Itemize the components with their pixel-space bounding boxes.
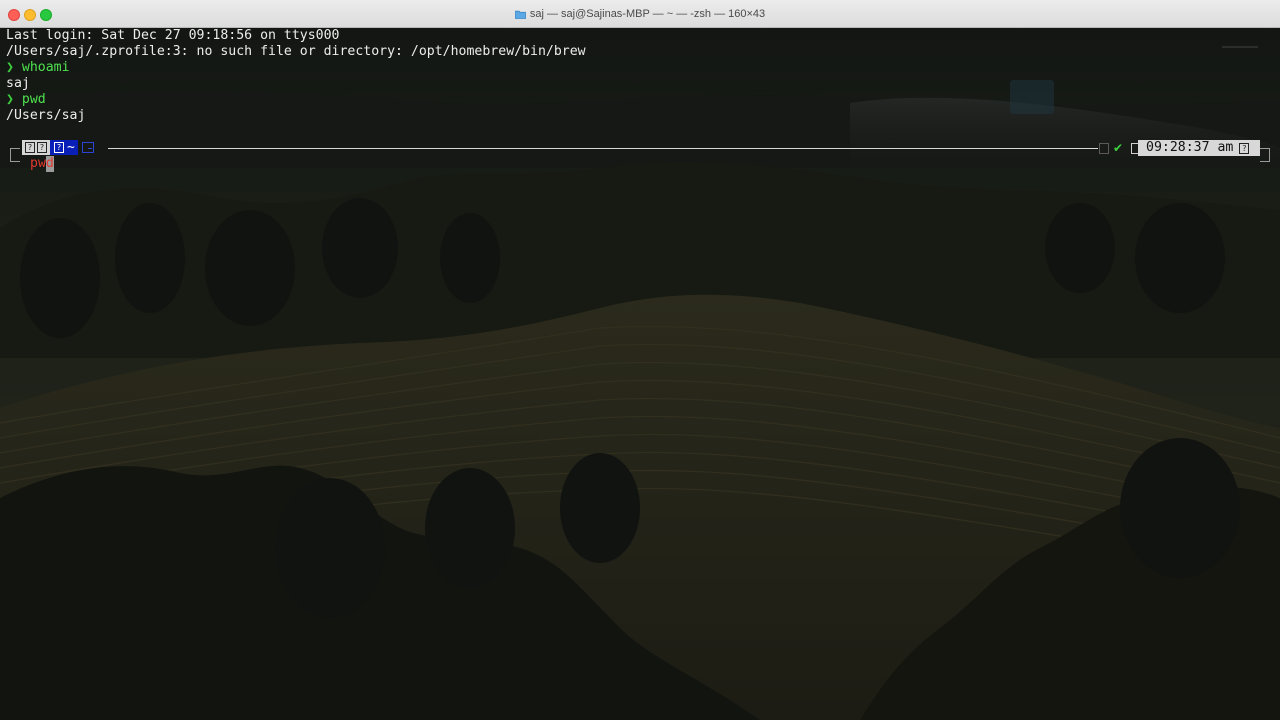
prompt-time: 09:28:37 am: [1146, 140, 1234, 155]
prompt-arrow-icon: ❯: [6, 92, 14, 107]
desktop-folder-icon: [1010, 80, 1054, 114]
command-input[interactable]: pwd: [30, 156, 54, 172]
check-icon: ✔: [1113, 141, 1124, 155]
typed-text: pw: [30, 156, 46, 171]
dir-segment: ? ~: [50, 140, 78, 155]
segment-end-icon: [81, 142, 94, 153]
history-command-1: whoami: [21, 60, 70, 75]
history-prompt-1: ❯ whoami: [6, 60, 70, 76]
wallpaper-landscape: [0, 91, 1280, 720]
terminal-window: saj — saj@Sajinas-MBP — ~ — -zsh — 160×4…: [0, 0, 1280, 720]
error-line: /Users/saj/.zprofile:3: no such file or …: [6, 44, 586, 59]
title-bar[interactable]: saj — saj@Sajinas-MBP — ~ — -zsh — 160×4…: [0, 0, 1280, 28]
history-output-2: /Users/saj: [6, 108, 86, 123]
history-prompt-2: ❯ pwd: [6, 92, 46, 108]
prompt-left-segment: ? ? ? ~: [22, 140, 94, 155]
desktop-drive-icon: [1222, 36, 1258, 48]
prompt-arrow-icon: ❯: [6, 60, 14, 75]
missing-glyph-icon: ?: [25, 142, 35, 153]
status-segment-icon: [1099, 143, 1109, 154]
window-title: saj — saj@Sajinas-MBP — ~ — -zsh — 160×4…: [529, 8, 766, 20]
prompt-frame-left: [10, 148, 20, 162]
folder-icon: [514, 10, 526, 19]
window-title-container: saj — saj@Sajinas-MBP — ~ — -zsh — 160×4…: [0, 6, 1280, 22]
clock-icon: ?: [1239, 142, 1250, 154]
missing-glyph-icon: ?: [54, 142, 64, 153]
history-output-1: saj: [6, 76, 30, 91]
history-command-2: pwd: [21, 92, 46, 107]
text-cursor: d: [45, 156, 54, 172]
os-segment: ? ?: [22, 140, 50, 155]
missing-glyph-icon: ?: [37, 142, 47, 153]
current-directory: ~: [67, 140, 75, 155]
time-segment: 09:28:37 am ?: [1138, 140, 1260, 156]
prompt-separator-rule: [108, 148, 1098, 149]
desktop-wallpaper: [0, 28, 1280, 720]
login-line: Last login: Sat Dec 27 09:18:56 on ttys0…: [6, 28, 340, 43]
prompt-frame-right: [1260, 148, 1270, 162]
